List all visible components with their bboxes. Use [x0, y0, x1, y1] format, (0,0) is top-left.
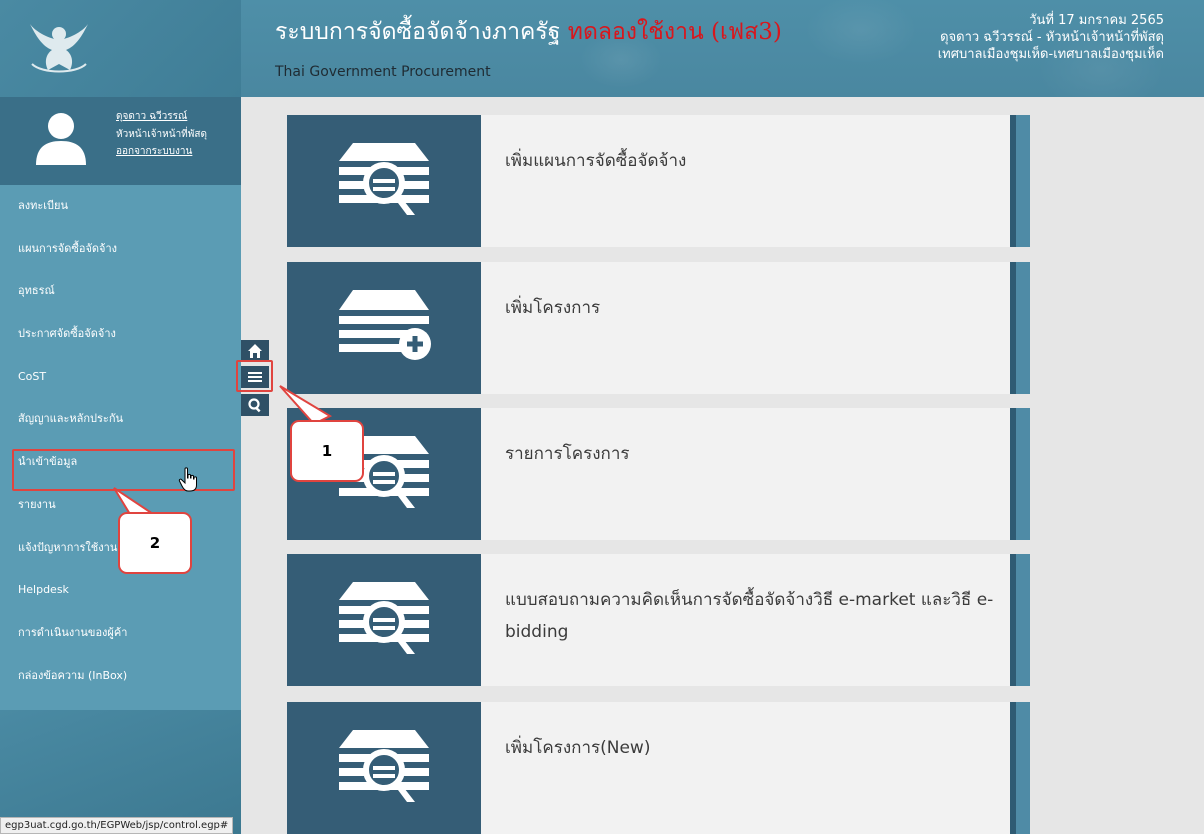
search-icon [248, 398, 261, 413]
logout-link[interactable]: ออกจากระบบงาน [116, 144, 192, 159]
card-label: เพิ่มโครงการ(New) [505, 738, 651, 758]
add-stack-icon [339, 290, 431, 360]
page-title: ระบบการจัดซื้อจัดจ้างภาครัฐ ทดลองใช้งาน … [275, 14, 782, 50]
card-stripe [1010, 554, 1030, 686]
annotation-highlight-menu-button [236, 360, 273, 392]
sidebar-footer-decoration [0, 710, 241, 834]
card-tile [287, 702, 481, 834]
sidebar-item-appeal[interactable]: อุทธรณ์ [0, 270, 241, 313]
home-icon [248, 344, 262, 358]
header-user-info: วันที่ 17 มกราคม 2565 ดุจดาว ฉวีวรรณ์ - … [938, 12, 1164, 63]
search-document-icon [339, 730, 429, 802]
sidebar-item-helpdesk[interactable]: Helpdesk [0, 569, 241, 612]
card-tile [287, 554, 481, 686]
search-document-icon [339, 582, 429, 654]
card-add-project-new[interactable]: เพิ่มโครงการ(New) [287, 702, 1030, 834]
search-document-icon [339, 143, 429, 215]
garuda-logo-icon [30, 24, 88, 73]
card-stripe [1010, 262, 1030, 394]
sidebar-item-inbox[interactable]: กล่องข้อความ (InBox) [0, 655, 241, 698]
home-button[interactable] [241, 340, 269, 362]
user-role: หัวหน้าเจ้าหน้าที่พัสดุ [116, 129, 207, 140]
header-organization: เทศบาลเมืองชุมเห็ด-เทศบาลเมืองชุมเห็ด [937, 47, 1164, 62]
sidebar: ดุจดาว ฉวีวรรณ์ หัวหน้าเจ้าหน้าที่พัสดุ … [0, 0, 241, 834]
sidebar-item-cost[interactable]: CoST [0, 356, 241, 399]
sidebar-item-announcement[interactable]: ประกาศจัดซื้อจัดจ้าง [0, 313, 241, 356]
card-survey[interactable]: แบบสอบถามความคิดเห็นการจัดซื้อจัดจ้างวิธ… [287, 554, 1030, 686]
sidebar-item-vendor-operations[interactable]: การดำเนินงานของผู้ค้า [0, 612, 241, 655]
sidebar-item-contract[interactable]: สัญญาและหลักประกัน [0, 398, 241, 441]
card-label: รายการโครงการ [505, 444, 630, 464]
title-beta-label: ทดลองใช้งาน (เฟส3) [567, 19, 782, 45]
header-date: วันที่ 17 มกราคม 2565 [1029, 13, 1164, 28]
header-user-role: ดุจดาว ฉวีวรรณ์ - หัวหน้าเจ้าหน้าที่พัสด… [940, 30, 1164, 45]
card-add-project[interactable]: เพิ่มโครงการ [287, 262, 1030, 394]
card-stripe [1010, 115, 1030, 247]
annotation-callout-1: 1 [290, 420, 364, 482]
card-tile [287, 115, 481, 247]
avatar-icon [36, 113, 86, 165]
sidebar-item-procurement-plan[interactable]: แผนการจัดซื้อจัดจ้าง [0, 228, 241, 271]
browser-status-bar: egp3uat.cgd.go.th/EGPWeb/jsp/control.egp… [0, 817, 234, 834]
page-header: ระบบการจัดซื้อจัดจ้างภาครัฐ ทดลองใช้งาน … [241, 0, 1204, 97]
hand-cursor-icon [178, 467, 197, 492]
card-label: เพิ่มโครงการ [505, 298, 601, 318]
card-project-list[interactable]: รายการโครงการ [287, 408, 1030, 540]
card-tile [287, 262, 481, 394]
card-label: แบบสอบถามความคิดเห็นการจัดซื้อจัดจ้างวิธ… [505, 590, 994, 642]
sidebar-item-register[interactable]: ลงทะเบียน [0, 185, 241, 228]
card-stripe [1010, 408, 1030, 540]
user-profile: ดุจดาว ฉวีวรรณ์ หัวหน้าเจ้าหน้าที่พัสดุ … [0, 97, 241, 185]
logo-area [0, 0, 241, 97]
title-main: ระบบการจัดซื้อจัดจ้างภาครัฐ [275, 19, 561, 45]
card-label: เพิ่มแผนการจัดซื้อจัดจ้าง [505, 151, 687, 171]
search-button[interactable] [241, 394, 269, 416]
card-stripe [1010, 702, 1030, 834]
card-add-procurement-plan[interactable]: เพิ่มแผนการจัดซื้อจัดจ้าง [287, 115, 1030, 247]
page-subtitle: Thai Government Procurement [275, 64, 491, 80]
annotation-callout-2: 2 [118, 512, 192, 574]
sidebar-menu: ลงทะเบียน แผนการจัดซื้อจัดจ้าง อุทธรณ์ ป… [0, 185, 241, 710]
user-name-link[interactable]: ดุจดาว ฉวีวรรณ์ [116, 109, 187, 124]
